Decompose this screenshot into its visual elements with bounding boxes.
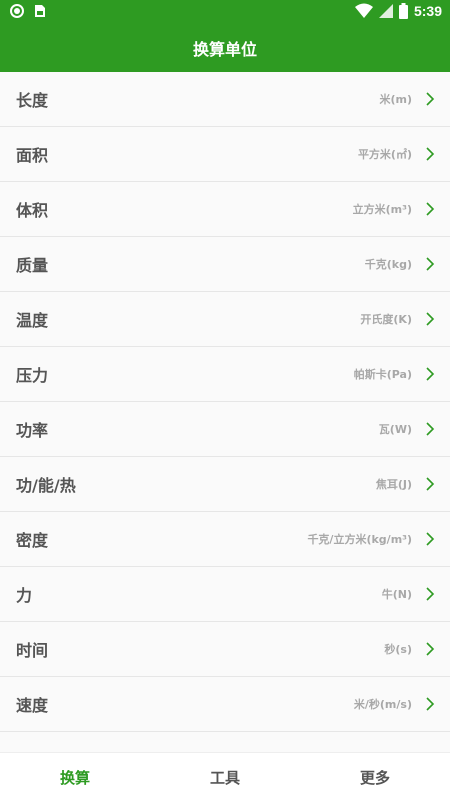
- unit-row[interactable]: 质量 千克(kg): [0, 237, 450, 292]
- unit-row[interactable]: 速度 米/秒(m/s): [0, 677, 450, 732]
- base-unit-label: 开氏度(K): [360, 313, 412, 326]
- unit-row[interactable]: 功/能/热 焦耳(J): [0, 457, 450, 512]
- base-unit-label: 米(m): [379, 93, 412, 106]
- tab-2[interactable]: 更多: [300, 753, 450, 801]
- unit-category-label: 功/能/热: [16, 476, 76, 495]
- unit-category-label: 面积: [16, 146, 49, 165]
- clock: 5:39: [413, 3, 442, 19]
- base-unit-label: 帕斯卡(Pa): [353, 368, 412, 381]
- unit-row[interactable]: 体积 立方米(m³): [0, 182, 450, 237]
- bottom-tab-bar: 换算 工具 更多: [0, 752, 450, 801]
- unit-row[interactable]: 面积 平方米(㎡): [0, 127, 450, 182]
- unit-category-label: 体积: [16, 201, 49, 220]
- chevron-right-icon: [426, 422, 435, 436]
- unit-row[interactable]: 数据存储字节(B): [0, 732, 450, 752]
- chevron-right-icon: [426, 367, 435, 381]
- unit-category-list[interactable]: 长度 米(m) 面积 平方米(㎡) 体积 立方米(m³) 质量 千克(kg) 温度 开氏度(K) 压…: [0, 72, 450, 752]
- chevron-right-icon: [426, 92, 435, 106]
- unit-row[interactable]: 密度 千克/立方米(kg/m³): [0, 512, 450, 567]
- chevron-right-icon: [426, 587, 435, 601]
- unit-category-label: 速度: [16, 696, 49, 715]
- chevron-right-icon: [426, 477, 435, 491]
- tab-1[interactable]: 工具: [150, 753, 300, 801]
- base-unit-label: 瓦(W): [378, 423, 412, 436]
- base-unit-label: 焦耳(J): [375, 478, 412, 491]
- unit-category-label: 长度: [16, 91, 49, 110]
- base-unit-label: 平方米(㎡): [357, 148, 412, 161]
- unit-row[interactable]: 长度 米(m): [0, 72, 450, 127]
- unit-row[interactable]: 温度 开氏度(K): [0, 292, 450, 347]
- unit-category-label: 密度: [16, 531, 49, 550]
- base-unit-label: 秒(s): [384, 643, 412, 656]
- chevron-right-icon: [426, 257, 435, 271]
- chevron-right-icon: [426, 642, 435, 656]
- unit-row[interactable]: 时间 秒(s): [0, 622, 450, 677]
- unit-category-label: 温度: [16, 311, 49, 330]
- page-title: 换算单位: [192, 40, 257, 59]
- sim-card-icon: [35, 5, 45, 17]
- unit-category-label: 质量: [16, 256, 49, 275]
- chevron-right-icon: [426, 147, 435, 161]
- base-unit-label: 米/秒(m/s): [353, 698, 412, 711]
- chevron-right-icon: [426, 697, 435, 711]
- chevron-right-icon: [426, 532, 435, 546]
- app-bar: 换算单位: [0, 24, 450, 72]
- unit-row[interactable]: 压力 帕斯卡(Pa): [0, 347, 450, 402]
- tab-0[interactable]: 换算: [0, 753, 150, 801]
- unit-category-label: 压力: [16, 366, 49, 385]
- signal-icon: [378, 4, 393, 18]
- wifi-icon: [354, 3, 373, 18]
- unit-category-label: 功率: [16, 421, 49, 440]
- base-unit-label: 立方米(m³): [352, 203, 412, 216]
- base-unit-label: 牛(N): [381, 588, 412, 601]
- notification-circle-icon: [10, 4, 24, 18]
- unit-row[interactable]: 功率 瓦(W): [0, 402, 450, 457]
- battery-icon: [398, 3, 408, 19]
- unit-category-label: 时间: [16, 641, 49, 660]
- chevron-right-icon: [426, 312, 435, 326]
- base-unit-label: 千克(kg): [364, 258, 412, 271]
- status-bar: 5:39: [0, 0, 450, 24]
- unit-row[interactable]: 力 牛(N): [0, 567, 450, 622]
- base-unit-label: 千克/立方米(kg/m³): [307, 533, 412, 546]
- unit-category-label: 力: [16, 586, 33, 605]
- chevron-right-icon: [426, 202, 435, 216]
